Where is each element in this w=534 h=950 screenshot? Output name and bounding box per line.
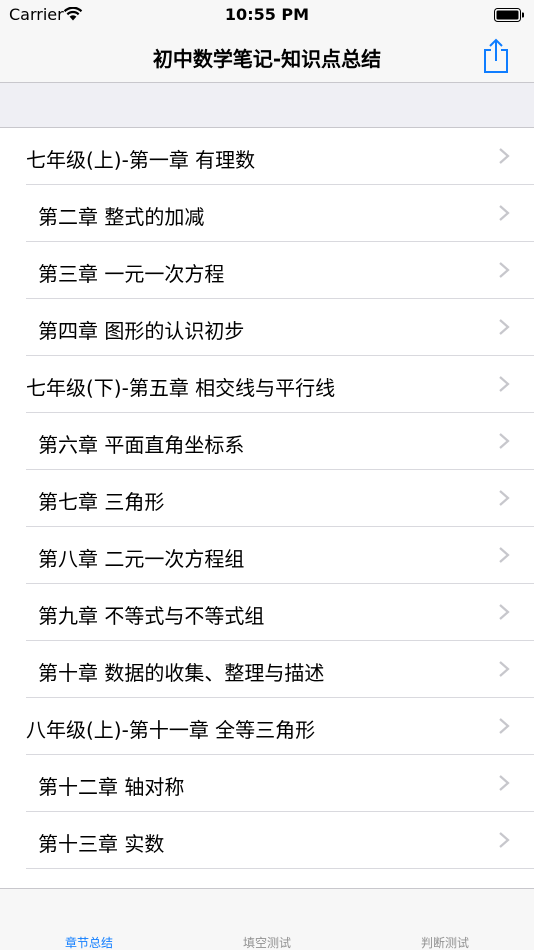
section-header bbox=[0, 83, 534, 128]
tab-chapter-summary[interactable]: 章节总结 bbox=[0, 889, 178, 950]
tab-label: 章节总结 bbox=[64, 936, 113, 950]
list-item[interactable]: 七年级(下)-第五章 相交线与平行线 bbox=[0, 356, 534, 413]
list-item[interactable]: 第六章 平面直角坐标系 bbox=[0, 413, 534, 470]
list-item[interactable]: 第二章 整式的加减 bbox=[0, 185, 534, 242]
list-item[interactable]: 第四章 图形的认识初步 bbox=[0, 299, 534, 356]
list-item[interactable]: 七年级(上)-第一章 有理数 bbox=[0, 128, 534, 185]
chevron-right-icon bbox=[499, 547, 510, 563]
list-item-label: 第三章 一元一次方程 bbox=[38, 262, 225, 286]
chapter-list: 七年级(上)-第一章 有理数第二章 整式的加减 第三章 一元一次方程 第四章 图形的… bbox=[0, 128, 534, 888]
list-item-label: 八年级(上)-第十一章 全等三角形 bbox=[26, 718, 316, 742]
list-item[interactable]: 第十章 数据的收集、整理与描述 bbox=[0, 641, 534, 698]
list-item-label: 第八章 二元一次方程组 bbox=[38, 547, 245, 571]
share-icon bbox=[484, 38, 508, 73]
chevron-right-icon bbox=[499, 376, 510, 392]
page-title: 初中数学笔记-知识点总结 bbox=[152, 47, 382, 71]
list-item[interactable]: 第十四章 一次函数 bbox=[0, 869, 534, 888]
list-item-label: 七年级(下)-第五章 相交线与平行线 bbox=[26, 376, 336, 400]
chevron-right-icon bbox=[499, 433, 510, 449]
chevron-right-icon bbox=[499, 148, 510, 164]
status-bar: Carrier 10:55 PM bbox=[0, 0, 534, 30]
list-item-label: 第七章 三角形 bbox=[38, 490, 165, 514]
list-item-label: 第十章 数据的收集、整理与描述 bbox=[38, 661, 325, 685]
list-item-label: 第四章 图形的认识初步 bbox=[38, 319, 245, 343]
chevron-right-icon bbox=[499, 661, 510, 677]
chevron-right-icon bbox=[499, 775, 510, 791]
tab-label: 填空测试 bbox=[242, 936, 291, 950]
tab-bar: 章节总结 填空测试 判断测试 bbox=[0, 888, 534, 950]
list-item[interactable]: 第八章 二元一次方程组 bbox=[0, 527, 534, 584]
app-screen: Carrier 10:55 PM 初中数学笔记-知识点总结 七年级(上)-第一章… bbox=[0, 0, 534, 950]
list-item[interactable]: 第三章 一元一次方程 bbox=[0, 242, 534, 299]
chevron-right-icon bbox=[499, 205, 510, 221]
list-item[interactable]: 八年级(上)-第十一章 全等三角形 bbox=[0, 698, 534, 755]
chevron-right-icon bbox=[499, 262, 510, 278]
chevron-right-icon bbox=[499, 718, 510, 734]
list-item-label: 第十二章 轴对称 bbox=[38, 775, 185, 799]
list-item[interactable]: 第九章 不等式与不等式组 bbox=[0, 584, 534, 641]
chevron-right-icon bbox=[499, 604, 510, 620]
list-item[interactable]: 第十三章 实数 bbox=[0, 812, 534, 869]
chevron-right-icon bbox=[499, 319, 510, 335]
chevron-right-icon bbox=[499, 832, 510, 848]
list-item-label: 第九章 不等式与不等式组 bbox=[38, 604, 265, 628]
list-item-label: 七年级(上)-第一章 有理数 bbox=[26, 148, 256, 172]
status-time: 10:55 PM bbox=[224, 5, 310, 24]
navigation-bar: 初中数学笔记-知识点总结 bbox=[0, 30, 534, 83]
chevron-right-icon bbox=[499, 490, 510, 506]
battery-icon bbox=[494, 8, 524, 22]
tab-fill-in-test[interactable]: 填空测试 bbox=[178, 889, 356, 950]
list-item[interactable]: 第七章 三角形 bbox=[0, 470, 534, 527]
tab-label: 判断测试 bbox=[420, 936, 469, 950]
list-item-label: 第二章 整式的加减 bbox=[38, 205, 205, 229]
list-item-label: 第六章 平面直角坐标系 bbox=[38, 433, 245, 457]
list-item[interactable]: 第十二章 轴对称 bbox=[0, 755, 534, 812]
share-button[interactable] bbox=[480, 36, 512, 76]
tab-true-false-test[interactable]: 判断测试 bbox=[356, 889, 534, 950]
list-item-label: 第十三章 实数 bbox=[38, 832, 165, 856]
